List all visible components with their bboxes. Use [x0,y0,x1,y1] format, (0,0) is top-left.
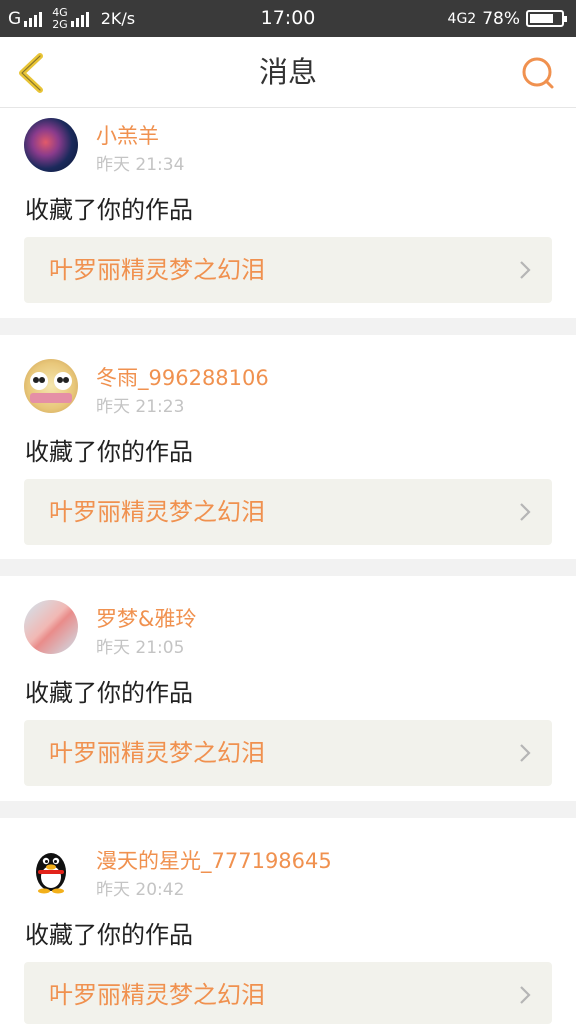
anime-avatar[interactable] [24,600,78,654]
work-title: 叶罗丽精灵梦之幻泪 [49,981,265,1009]
message-card: 漫天的星光_777198645 昨天 20:42 收藏了你的作品 叶罗丽精灵梦之… [0,818,576,1028]
search-icon[interactable] [520,55,556,91]
chevron-right-icon [520,261,531,279]
panda-avatar[interactable] [24,359,78,413]
work-link[interactable]: 叶罗丽精灵梦之幻泪 [24,237,552,303]
work-link[interactable]: 叶罗丽精灵梦之幻泪 [24,720,552,786]
divider [0,559,576,576]
user-name[interactable]: 冬雨_996288106 [96,362,269,392]
chevron-right-icon [520,503,531,521]
message-action: 收藏了你的作品 [25,679,193,707]
nav-bar: 消息 [0,37,576,108]
message-card: 罗梦&雅玲 昨天 21:05 收藏了你的作品 叶罗丽精灵梦之幻泪 [0,576,576,786]
message-action: 收藏了你的作品 [25,438,193,466]
chevron-right-icon [520,744,531,762]
message-action: 收藏了你的作品 [25,921,193,949]
message-time: 昨天 21:05 [96,638,185,658]
user-name[interactable]: 漫天的星光_777198645 [96,845,332,875]
battery-icon [526,10,567,27]
divider [0,318,576,335]
qq-penguin-avatar[interactable] [24,842,78,896]
work-title: 叶罗丽精灵梦之幻泪 [49,256,265,284]
message-time: 昨天 20:42 [96,880,185,900]
work-title: 叶罗丽精灵梦之幻泪 [49,498,265,526]
chevron-right-icon [520,986,531,1004]
message-card: 小羔羊 昨天 21:34 收藏了你的作品 叶罗丽精灵梦之幻泪 [0,108,576,318]
panda-icon [30,372,72,403]
galaxy-avatar[interactable] [24,118,78,172]
message-card: 冬雨_996288106 昨天 21:23 收藏了你的作品 叶罗丽精灵梦之幻泪 [0,335,576,545]
work-title: 叶罗丽精灵梦之幻泪 [49,739,265,767]
network-right-label: 4G2 [447,10,477,27]
battery-percent: 78% [482,8,520,29]
work-link[interactable]: 叶罗丽精灵梦之幻泪 [24,962,552,1024]
status-right: 4G2 78% [447,0,567,37]
work-link[interactable]: 叶罗丽精灵梦之幻泪 [24,479,552,545]
battery-fill [530,14,553,23]
status-bar: G 4G 2G 2K/s 17:00 4G2 78% [0,0,576,37]
user-name[interactable]: 小羔羊 [96,120,159,150]
page-title: 消息 [258,55,317,89]
message-action: 收藏了你的作品 [25,196,193,224]
message-time: 昨天 21:23 [96,397,185,417]
message-time: 昨天 21:34 [96,155,185,175]
user-name[interactable]: 罗梦&雅玲 [96,603,196,633]
divider [0,801,576,818]
penguin-icon [36,853,66,894]
